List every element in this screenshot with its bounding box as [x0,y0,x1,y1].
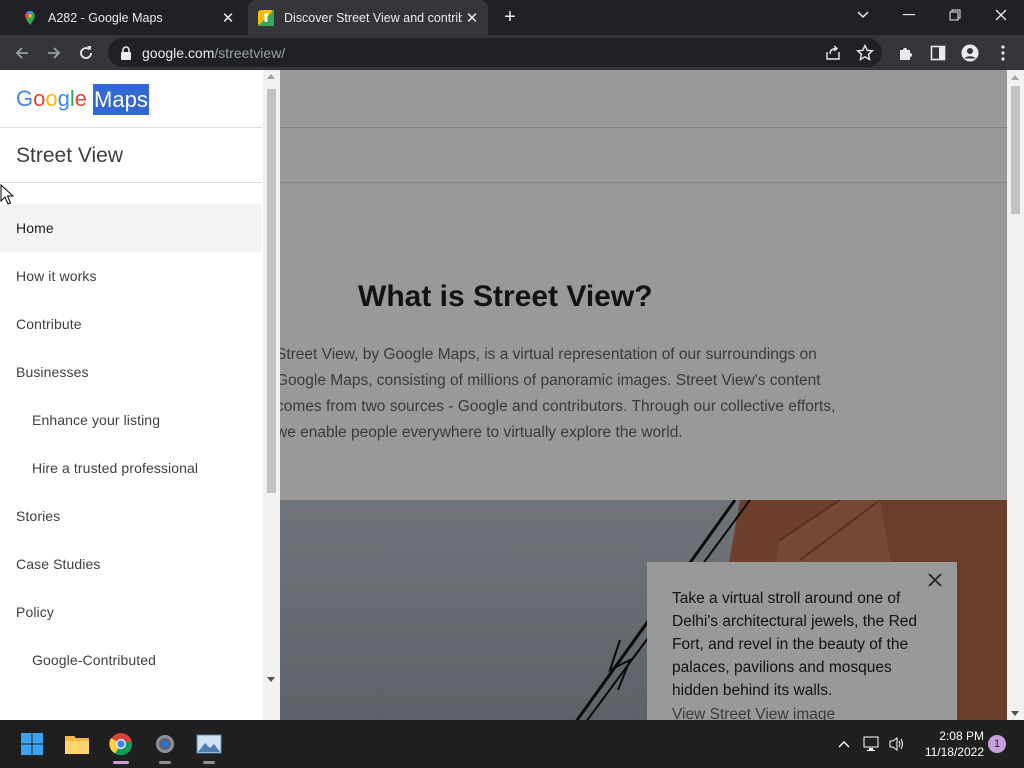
back-icon[interactable] [10,41,34,65]
modal-overlay[interactable] [280,70,1007,720]
scroll-up-arrow-icon[interactable] [1011,75,1019,80]
sidebar-item-case-studies[interactable]: Case Studies [0,540,262,588]
network-icon[interactable] [862,734,882,754]
google-maps-logo[interactable]: Google Maps [16,83,149,115]
tab-street-view[interactable]: Discover Street View and contrib ✕ [248,0,488,35]
forward-icon[interactable] [42,41,66,65]
taskbar-clock[interactable]: 2:08 PM 11/18/2022 [912,728,984,760]
bookmark-star-icon[interactable] [856,44,874,62]
sidebar-scrollbar-thumb[interactable] [267,89,276,493]
sidebar-item-enhance-listing[interactable]: Enhance your listing [0,396,262,444]
sidebar-item-how-it-works[interactable]: How it works [0,252,262,300]
google-wordmark: Google [16,86,88,111]
street-view-icon [258,9,274,26]
clock-time: 2:08 PM [939,729,984,743]
sidebar: Google Maps Street View Home How it work… [0,70,280,720]
mouse-cursor-icon [0,184,14,205]
sidebar-divider [0,127,262,128]
scroll-up-arrow-icon[interactable] [267,74,275,79]
active-app-indicator [113,761,129,764]
show-hidden-icons-chevron-icon[interactable] [834,734,854,754]
new-tab-icon[interactable]: + [500,7,520,27]
tab-search-icon[interactable] [840,0,886,30]
scroll-down-arrow-icon[interactable] [267,677,275,682]
clock-date: 11/18/2022 [924,745,984,759]
url-host: google.com [142,45,215,61]
page-scrollbar-thumb[interactable] [1011,86,1020,214]
web-page: What is Street View? Street View, by Goo… [0,70,1024,720]
sidebar-item-businesses[interactable]: Businesses [0,348,262,396]
settings-gear-icon[interactable] [149,728,181,764]
notification-badge[interactable]: 1 [988,735,1006,753]
close-tab-icon[interactable]: ✕ [462,9,482,27]
volume-icon[interactable] [887,734,907,754]
profile-icon[interactable] [960,43,980,63]
running-app-indicator [203,761,215,764]
close-window-icon[interactable] [978,0,1024,30]
sidebar-item-policy[interactable]: Policy [0,588,262,636]
file-explorer-icon[interactable] [61,728,93,760]
tab-title: Discover Street View and contrib [284,10,462,25]
tab-google-maps[interactable]: A282 - Google Maps ✕ [8,0,244,35]
sidebar-item-contribute[interactable]: Contribute [0,300,262,348]
sidebar-scrollbar[interactable] [263,70,280,720]
side-panel-icon[interactable] [928,43,948,63]
scroll-down-arrow-icon[interactable] [1011,711,1019,716]
sidebar-section-title: Street View [16,144,123,167]
extensions-icon[interactable] [896,43,916,63]
sidebar-item-hire-professional[interactable]: Hire a trusted professional [0,444,262,492]
maps-pin-icon [25,10,35,25]
sidebar-divider [0,182,262,183]
tab-strip: A282 - Google Maps ✕ Discover Street Vie… [0,0,1024,35]
maps-wordmark-selected: Maps [93,83,149,115]
photos-app-icon[interactable] [193,728,225,764]
chrome-taskbar-icon[interactable] [105,728,137,764]
lock-icon[interactable] [120,46,132,60]
running-app-indicator [159,761,171,764]
sidebar-item-google-contributed[interactable]: Google-Contributed [0,636,262,684]
chrome-menu-icon[interactable] [993,43,1013,63]
windows-start-icon[interactable] [16,728,48,760]
url-path: /streetview/ [214,45,286,61]
minimize-icon[interactable] [886,0,932,30]
tab-title: A282 - Google Maps [48,10,163,25]
sidebar-item-stories[interactable]: Stories [0,492,262,540]
reload-icon[interactable] [74,41,98,65]
sidebar-item-home[interactable]: Home [0,204,262,252]
sidebar-nav: Home How it works Contribute Businesses … [0,204,262,684]
taskbar: 2:08 PM 11/18/2022 1 [0,720,1024,768]
share-icon[interactable] [824,44,842,62]
page-scrollbar[interactable] [1007,70,1024,720]
close-tab-icon[interactable]: ✕ [218,9,238,27]
browser-toolbar: google.com/streetview/ [0,35,1024,70]
restore-icon[interactable] [932,0,978,30]
address-bar[interactable]: google.com/streetview/ [108,38,882,67]
url-text[interactable]: google.com/streetview/ [142,45,285,61]
